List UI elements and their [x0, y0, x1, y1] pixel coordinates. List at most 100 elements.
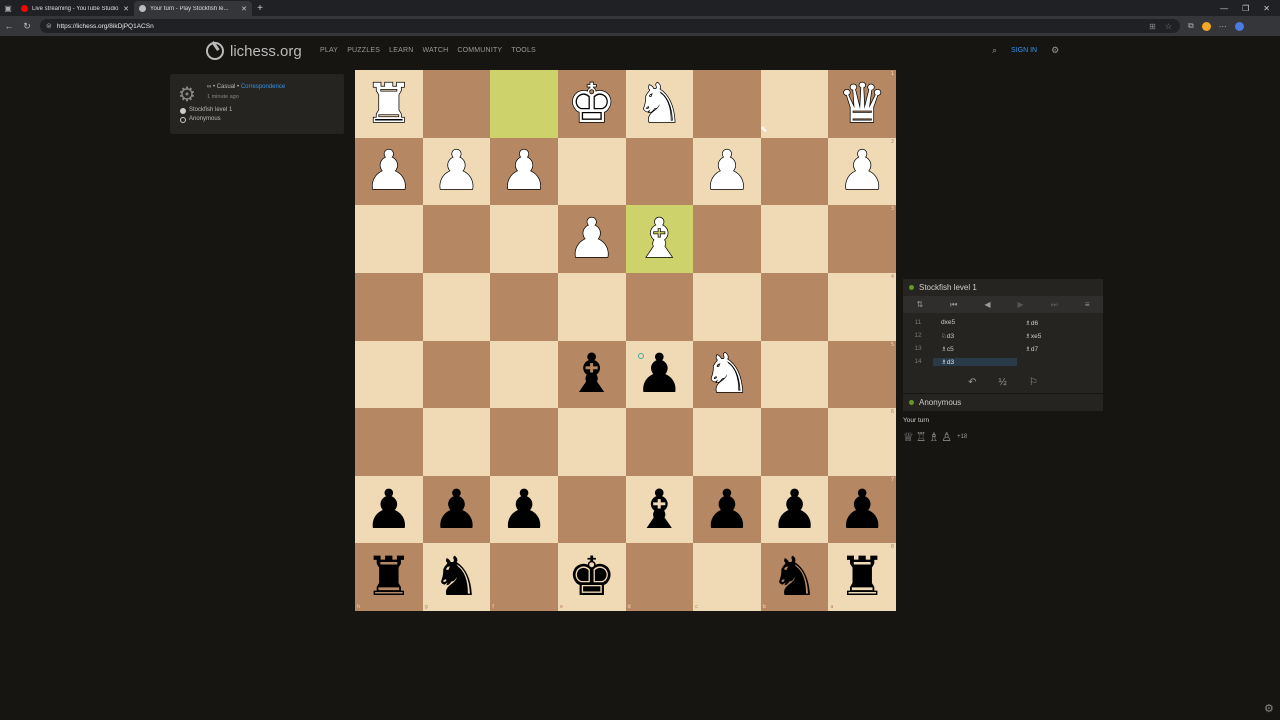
black-pawn-icon[interactable]: ♟ — [703, 482, 751, 537]
board-square[interactable] — [355, 272, 423, 341]
board-square[interactable] — [625, 408, 694, 476]
opponent-name[interactable]: Stockfish level 1 — [919, 283, 977, 292]
back-icon[interactable]: ← — [0, 21, 18, 31]
variant-link[interactable]: Correspondence — [241, 84, 285, 90]
board-square[interactable]: ♟ — [490, 137, 558, 206]
install-app-icon[interactable]: ⊞ — [1149, 22, 1156, 31]
resign-flag-icon[interactable]: ⚐ — [1029, 377, 1038, 388]
profile-avatar-icon[interactable] — [1201, 21, 1211, 31]
black-pawn-icon[interactable]: ♟ — [500, 482, 548, 537]
black-player-row[interactable]: Anonymous — [180, 115, 232, 124]
close-tab-icon[interactable]: ✕ — [241, 5, 247, 13]
chess-board[interactable]: ♜ ♚ ♞ ♛ 1 ♟ ♟ ♟ ♟ ♟ 2 ♟ ♝ 3 4 ♝ ♟ ♞ 5 6 ♟ ♟ ♟ ♝ ♟ ♟ ♟ 7 ♜ h ♞ g f ♚ e d c ♞ b ♜… — [355, 70, 896, 611]
board-square[interactable]: ♟ — [490, 475, 558, 544]
board-square[interactable] — [693, 205, 761, 273]
prev-move-icon[interactable]: ◀ — [984, 300, 990, 309]
settings-corner-icon[interactable]: ⚙ — [1264, 702, 1274, 715]
board-square[interactable]: ♛ 1 — [828, 70, 896, 138]
black-king-icon[interactable]: ♚ — [567, 550, 615, 604]
board-square[interactable]: ♝ — [557, 340, 626, 409]
window-menu-icon[interactable]: ▣ — [0, 0, 16, 16]
board-square[interactable] — [625, 137, 694, 206]
nav-tools[interactable]: TOOLS — [511, 47, 536, 54]
board-square[interactable] — [422, 340, 491, 409]
extensions-icon[interactable]: ⧉ — [1188, 21, 1194, 31]
offer-draw-icon[interactable]: ½ — [999, 377, 1007, 388]
board-square[interactable] — [422, 408, 491, 476]
board-square[interactable] — [355, 340, 423, 409]
board-square[interactable] — [422, 272, 491, 341]
gear-icon[interactable]: ⚙ — [1051, 45, 1059, 56]
close-tab-icon[interactable]: ✕ — [123, 5, 129, 13]
board-square[interactable] — [557, 272, 626, 341]
next-move-icon[interactable]: ▶ — [1018, 300, 1024, 309]
white-player-row[interactable]: Stockfish level 1 — [180, 106, 232, 115]
nav-play[interactable]: PLAY — [320, 47, 338, 54]
address-bar[interactable]: ⊜ https://lichess.org/8ikDjPQ1ACSn ⊞ ☆ — [40, 19, 1180, 33]
white-move[interactable]: ♗c5 — [933, 345, 1017, 353]
black-move[interactable]: ♗d7 — [1017, 345, 1101, 353]
board-square[interactable]: f — [490, 543, 558, 611]
board-square[interactable]: ♞ b — [760, 543, 829, 611]
board-square[interactable]: 3 — [828, 205, 896, 273]
bookmark-star-icon[interactable]: ☆ — [1165, 22, 1172, 31]
black-bishop-icon[interactable]: ♝ — [567, 347, 615, 401]
board-square[interactable] — [693, 408, 761, 476]
board-square[interactable]: ♟ — [422, 475, 491, 544]
first-move-icon[interactable]: ⏮ — [950, 300, 957, 310]
copilot-icon[interactable] — [1234, 21, 1244, 31]
black-move[interactable]: ♗d6 — [1017, 319, 1101, 327]
hamburger-menu-icon[interactable]: ≡ — [1085, 300, 1090, 309]
board-square[interactable]: ♚ e — [557, 543, 626, 611]
board-square[interactable] — [490, 272, 558, 341]
nav-watch[interactable]: WATCH — [422, 47, 448, 54]
black-bishop-icon[interactable]: ♝ — [635, 482, 683, 537]
black-rook-icon[interactable]: ♜ — [365, 550, 413, 604]
board-square[interactable] — [760, 205, 829, 273]
white-move[interactable]: dxe5 — [933, 319, 1017, 326]
board-square[interactable]: 5 — [828, 340, 896, 409]
board-square[interactable]: ♟ — [760, 475, 829, 544]
board-square[interactable]: 4 — [828, 272, 896, 341]
board-square[interactable] — [355, 408, 423, 476]
maximize-icon[interactable]: ❐ — [1242, 4, 1249, 13]
board-square[interactable]: ♜ h — [355, 543, 423, 611]
search-icon[interactable]: ⌕ — [992, 45, 997, 56]
white-move[interactable]: ♘d3 — [933, 332, 1017, 340]
board-square[interactable]: ♜ 8 a — [828, 543, 896, 611]
white-move[interactable]: ♗d3 — [933, 357, 1017, 366]
board-square[interactable]: ♚ — [557, 70, 626, 138]
board-square[interactable]: ♟ — [557, 205, 626, 273]
black-move[interactable]: ♗xe5 — [1017, 332, 1101, 340]
board-square[interactable]: 6 — [828, 408, 896, 476]
board-square[interactable]: ♟ — [693, 475, 761, 544]
board-square[interactable]: ♟ 7 — [828, 475, 896, 544]
new-tab-button[interactable]: + — [252, 3, 268, 14]
sign-in-link[interactable]: SIGN IN — [1011, 47, 1037, 54]
board-square[interactable]: ♟ — [693, 137, 761, 206]
board-square[interactable] — [760, 272, 829, 341]
black-pawn-icon[interactable]: ♟ — [432, 482, 480, 537]
board-square[interactable] — [490, 70, 558, 138]
board-square[interactable] — [557, 408, 626, 476]
board-square[interactable] — [422, 205, 491, 273]
board-square[interactable] — [760, 70, 829, 138]
nav-puzzles[interactable]: PUZZLES — [347, 47, 380, 54]
board-square[interactable] — [557, 475, 626, 544]
browser-tab-youtube[interactable]: Live streaming - YouTube Studio ✕ — [16, 1, 134, 16]
board-square[interactable]: ♝ — [625, 205, 694, 273]
board-square[interactable]: ♟ — [422, 137, 491, 206]
board-square[interactable] — [355, 205, 423, 273]
board-square[interactable] — [760, 340, 829, 409]
nav-community[interactable]: COMMUNITY — [457, 47, 502, 54]
board-square[interactable]: ♞ — [693, 340, 761, 409]
board-square[interactable]: ♟ — [355, 475, 423, 544]
board-square[interactable] — [490, 408, 558, 476]
black-rook-icon[interactable]: ♜ — [838, 550, 886, 604]
board-square[interactable] — [557, 137, 626, 206]
board-square[interactable] — [693, 272, 761, 341]
board-square[interactable]: d — [625, 543, 694, 611]
board-square[interactable]: ♟ — [625, 340, 694, 409]
browser-tab-lichess[interactable]: Your turn - Play Stockfish le... ✕ — [134, 1, 252, 16]
board-square[interactable]: ♟ — [355, 137, 423, 206]
